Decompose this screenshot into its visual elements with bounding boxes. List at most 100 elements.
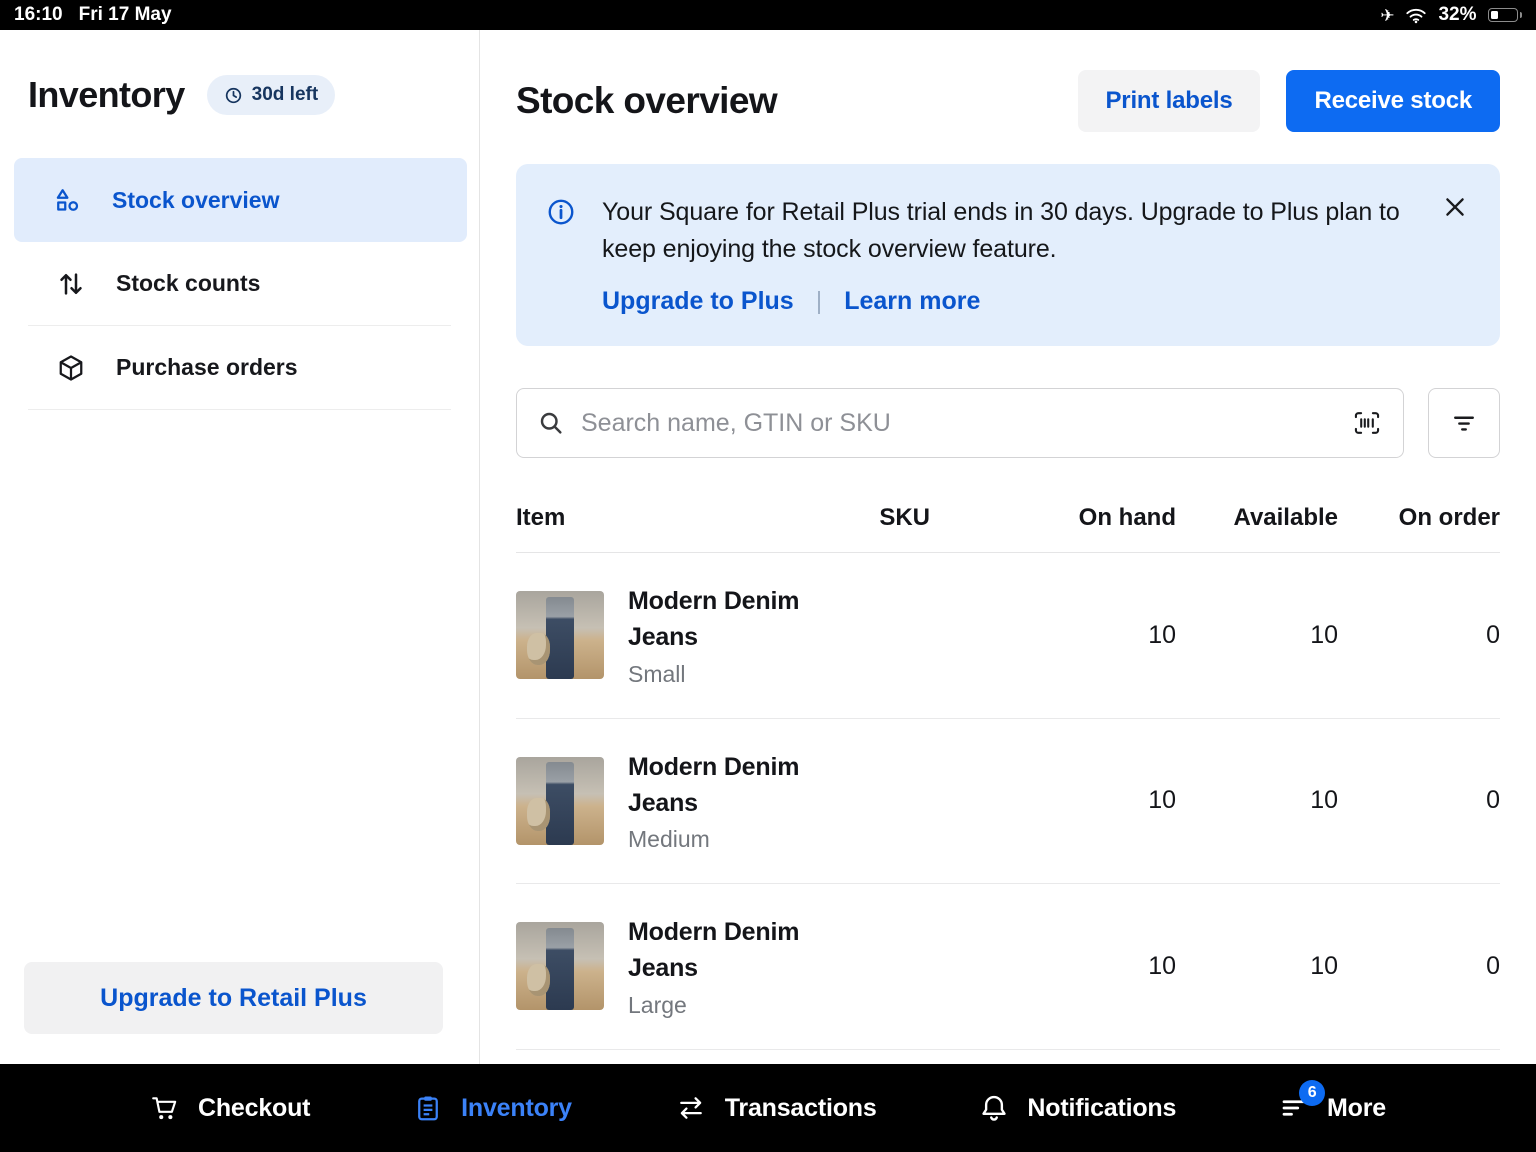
column-item: Item: [516, 504, 810, 532]
battery-percent: 32%: [1438, 4, 1476, 26]
sidebar-title: Inventory: [28, 74, 185, 116]
banner-link-divider: |: [816, 287, 823, 316]
nav-label: Transactions: [725, 1094, 877, 1123]
table-header: Item SKU On hand Available On order: [516, 504, 1500, 553]
transfer-arrows-icon: [675, 1094, 707, 1122]
item-on-order: 0: [1338, 952, 1500, 981]
table-row[interactable]: Modern Denim Jeans Large 10 10 0: [516, 884, 1500, 1050]
header-actions: Print labels Receive stock: [1078, 70, 1501, 132]
bell-icon: [979, 1093, 1009, 1123]
info-icon: [546, 197, 576, 316]
stock-table: Item SKU On hand Available On order Mode…: [516, 504, 1500, 1050]
column-on-hand: On hand: [930, 504, 1176, 532]
item-on-hand: 10: [930, 952, 1176, 981]
status-right: ✈ 32%: [1380, 4, 1522, 26]
search-icon: [537, 409, 565, 437]
page-header: Stock overview Print labels Receive stoc…: [516, 70, 1500, 132]
search-box[interactable]: [516, 388, 1404, 458]
item-name: Modern Denim Jeans: [628, 914, 810, 987]
item-on-hand: 10: [930, 786, 1176, 815]
item-cell: Modern Denim Jeans Medium: [516, 749, 810, 854]
item-cell: Modern Denim Jeans Large: [516, 914, 810, 1019]
sidebar-item-purchase-orders[interactable]: Purchase orders: [28, 326, 451, 410]
status-bar: 16:10 Fri 17 May ✈ 32%: [0, 0, 1536, 30]
item-available: 10: [1176, 952, 1338, 981]
receive-stock-button[interactable]: Receive stock: [1286, 70, 1500, 132]
sidebar-item-stock-counts[interactable]: Stock counts: [28, 242, 451, 326]
barcode-scan-icon[interactable]: [1351, 408, 1383, 438]
nav-label: Inventory: [461, 1094, 572, 1123]
table-row[interactable]: Modern Denim Jeans Small 10 10 0: [516, 553, 1500, 719]
sidebar-item-label: Stock overview: [112, 187, 279, 214]
column-on-order: On order: [1338, 504, 1500, 532]
close-icon[interactable]: [1442, 194, 1468, 220]
item-photo: [516, 757, 604, 845]
item-meta: Modern Denim Jeans Large: [628, 914, 810, 1019]
page-title: Stock overview: [516, 80, 777, 122]
wifi-icon: [1405, 7, 1427, 24]
bottom-nav: Checkout Inventory Transactions: [0, 1064, 1536, 1152]
nav-more[interactable]: 6 More: [1279, 1093, 1386, 1123]
stock-overview-icon: [52, 185, 82, 215]
battery-icon: [1488, 8, 1523, 22]
search-row: [516, 388, 1500, 458]
nav-checkout[interactable]: Checkout: [150, 1093, 310, 1123]
nav-notifications[interactable]: Notifications: [979, 1093, 1176, 1123]
filter-icon: [1450, 409, 1478, 437]
sidebar-item-label: Stock counts: [116, 270, 260, 297]
upgrade-to-plus-link[interactable]: Upgrade to Plus: [602, 287, 794, 316]
item-available: 10: [1176, 786, 1338, 815]
cart-icon: [150, 1093, 180, 1123]
nav-label: Checkout: [198, 1094, 310, 1123]
stock-counts-icon: [56, 269, 86, 299]
item-variant: Medium: [628, 826, 810, 853]
sidebar-item-label: Purchase orders: [116, 354, 298, 381]
clock-icon: [224, 86, 243, 105]
learn-more-link[interactable]: Learn more: [844, 287, 980, 316]
status-date: Fri 17 May: [79, 4, 172, 26]
nav-inventory[interactable]: Inventory: [413, 1093, 572, 1123]
upgrade-retail-plus-button[interactable]: Upgrade to Retail Plus: [24, 962, 443, 1034]
trial-badge: 30d left: [207, 75, 336, 115]
column-sku: SKU: [810, 504, 930, 532]
sidebar-item-stock-overview[interactable]: Stock overview: [14, 158, 467, 242]
clipboard-icon: [413, 1093, 443, 1123]
stock-overview-page: Stock overview Print labels Receive stoc…: [480, 30, 1536, 1064]
airplane-mode-icon: ✈: [1380, 7, 1394, 24]
item-name: Modern Denim Jeans: [628, 583, 810, 656]
item-on-hand: 10: [930, 621, 1176, 650]
more-lines-icon: 6: [1279, 1093, 1309, 1123]
nav-label: Notifications: [1027, 1094, 1176, 1123]
banner-body: Your Square for Retail Plus trial ends i…: [602, 194, 1402, 316]
item-meta: Modern Denim Jeans Medium: [628, 749, 810, 854]
trial-badge-label: 30d left: [252, 84, 319, 106]
status-time: 16:10: [14, 4, 63, 26]
print-labels-button[interactable]: Print labels: [1078, 70, 1261, 132]
item-on-order: 0: [1338, 786, 1500, 815]
item-variant: Small: [628, 661, 810, 688]
status-left: 16:10 Fri 17 May: [14, 4, 172, 26]
nav-label: More: [1327, 1094, 1386, 1123]
item-name: Modern Denim Jeans: [628, 749, 810, 822]
banner-links: Upgrade to Plus | Learn more: [602, 287, 1402, 316]
item-on-order: 0: [1338, 621, 1500, 650]
banner-message: Your Square for Retail Plus trial ends i…: [602, 194, 1402, 267]
search-input[interactable]: [581, 409, 1335, 438]
table-row[interactable]: Modern Denim Jeans Medium 10 10 0: [516, 719, 1500, 885]
item-meta: Modern Denim Jeans Small: [628, 583, 810, 688]
notification-badge: 6: [1299, 1080, 1325, 1106]
purchase-orders-icon: [56, 353, 86, 383]
filter-button[interactable]: [1428, 388, 1500, 458]
item-photo: [516, 591, 604, 679]
inventory-sidebar: Inventory 30d left Stock overview: [0, 30, 480, 1064]
trial-banner: Your Square for Retail Plus trial ends i…: [516, 164, 1500, 346]
sidebar-header: Inventory 30d left: [28, 74, 455, 116]
app: 16:10 Fri 17 May ✈ 32% Inventory: [0, 0, 1536, 1152]
item-cell: Modern Denim Jeans Small: [516, 583, 810, 688]
main-area: Inventory 30d left Stock overview: [0, 30, 1536, 1064]
nav-transactions[interactable]: Transactions: [675, 1094, 877, 1123]
column-available: Available: [1176, 504, 1338, 532]
item-available: 10: [1176, 621, 1338, 650]
item-photo: [516, 922, 604, 1010]
item-variant: Large: [628, 992, 810, 1019]
